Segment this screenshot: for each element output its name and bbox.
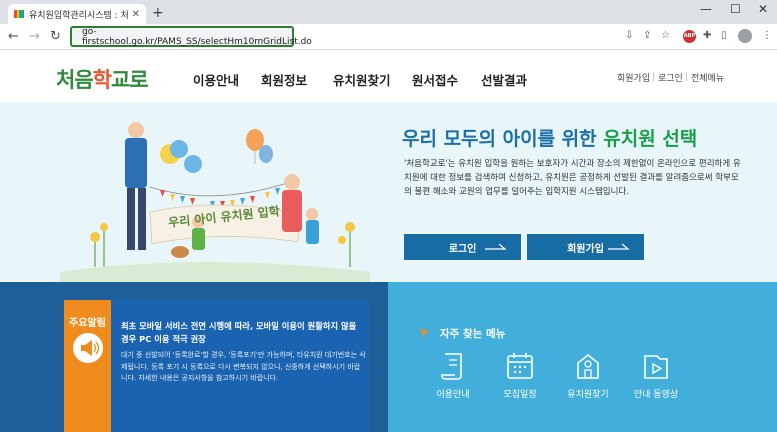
util-divider [653,72,654,81]
hero-title-highlight: 유치원 선택 [603,128,698,150]
util-signup-link[interactable]: 회원가입 [617,71,650,84]
site-logo[interactable]: 처음학교로 [56,64,149,94]
nav-item-application[interactable]: 원서접수 [412,70,458,89]
calendar-icon [507,353,533,379]
nav-item-find-kindergarten[interactable]: 유치원찾기 [333,70,391,89]
freq-item-find[interactable]: 유치원찾기 [553,350,623,400]
hero-illustration [60,122,370,282]
new-tab-button[interactable]: + [152,5,164,21]
site-favicon-icon [14,10,24,18]
nav-item-member[interactable]: 회원정보 [261,70,307,89]
hero-title: 우리 모두의 아이를 위한 유치원 선택 [402,124,697,151]
freq-item-label: 안내 동영상 [633,390,679,400]
notice-title: 주요알림 [69,318,106,329]
util-fullmenu-link[interactable]: 전체메뉴 [691,71,724,84]
menu-icon[interactable]: ⋮ [762,30,772,41]
freq-item-schedule[interactable]: 모집일정 [485,350,555,400]
arrow-right-icon [608,243,630,250]
forward-button[interactable]: → [29,29,40,44]
tab-title: 유치원입학관리시스템 : 처음학 [29,10,128,21]
address-bar[interactable]: go-firstschool.go.kr/PAMS_SS/selectHm10m… [70,26,312,47]
notice-headline: 최초 모바일 서비스 전면 시행에 따라, 모바일 이용이 원활하지 않을 경우… [121,321,357,344]
cursor-pointer-icon [420,328,430,338]
util-divider [686,72,687,81]
star-icon[interactable]: ☆ [661,30,670,41]
signup-button-label: 회원가입 [567,243,604,255]
tab-close-icon[interactable]: ✕ [132,9,140,20]
browser-toolbar: ← → ↻ go-firstschool.go.kr/PAMS_SS/selec… [0,24,777,50]
nav-item-guide[interactable]: 이용안내 [193,70,239,89]
logo-text-hak: 학 [92,67,112,92]
nav-item-results[interactable]: 선발결과 [481,70,527,89]
sidebar-icon[interactable]: ▯ [721,30,727,41]
hero-description: '처음학교로'는 유치원 입학을 원하는 보호자가 시간과 장소의 제한없이 온… [404,159,741,197]
freq-item-label: 유치원찾기 [567,390,609,400]
download-icon[interactable]: ⇩ [625,30,633,41]
freq-item-guide[interactable]: 이용안내 [418,350,488,400]
url-text: go-firstschool.go.kr/PAMS_SS/selectHm10m… [82,26,312,47]
hero-section: 우리 아이 유치원 입학 우리 모두의 아이를 위한 유치원 선택 '처음학교로… [0,102,777,282]
logo-text-post: 교로 [110,67,149,92]
megaphone-badge [73,333,103,363]
abp-extension-icon[interactable]: ABP [683,30,696,43]
hero-title-main: 우리 모두의 아이를 위한 [402,128,604,150]
browser-tab[interactable]: 유치원입학관리시스템 : 처음학 ✕ [8,4,146,24]
frequent-menu-title: 자주 찾는 메뉴 [440,328,506,340]
logo-text-pre: 처음 [56,67,94,92]
util-login-link[interactable]: 로그인 [658,71,683,84]
scroll-icon [441,353,462,380]
notice-body: 대기 중 선발되어 '등록완료'할 경우, '등록포기'만 가능하며, 타유치원… [121,351,366,383]
freq-item-label: 이용안내 [436,390,470,400]
login-button[interactable]: 로그인 [404,234,521,260]
browser-tab-bar: 유치원입학관리시스템 : 처음학 ✕ + — ☐ ✕ [0,0,777,24]
maximize-button[interactable]: ☐ [730,2,741,16]
freq-item-video[interactable]: 안내 동영상 [621,350,691,400]
back-button[interactable]: ← [8,29,19,44]
freq-item-label: 모집일정 [503,390,537,400]
close-window-button[interactable]: ✕ [758,2,768,16]
megaphone-icon [81,340,100,356]
video-icon [644,355,668,379]
arrow-right-icon [485,243,507,250]
minimize-button[interactable]: — [700,2,712,16]
share-icon[interactable]: ⇪ [643,30,651,41]
profile-avatar[interactable] [738,29,752,43]
login-button-label: 로그인 [448,243,477,255]
school-icon [577,353,599,379]
signup-button[interactable]: 회원가입 [527,234,644,260]
site-header: 처음학교로 이용안내 회원정보 유치원찾기 원서접수 선발결과 회원가입 로그인… [0,50,777,102]
extensions-icon[interactable]: ✚ [703,30,711,41]
reload-button[interactable]: ↻ [50,29,61,44]
